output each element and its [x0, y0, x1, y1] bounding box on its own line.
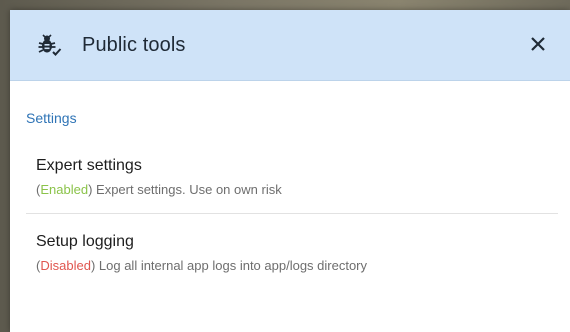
close-button[interactable] — [526, 32, 550, 56]
setting-item-summary: (Enabled) Expert settings. Use on own ri… — [36, 182, 282, 197]
bug-check-icon — [36, 33, 62, 57]
dialog-header: Public tools — [10, 10, 570, 81]
section-title-settings: Settings — [26, 110, 77, 126]
setting-item-description: Log all internal app logs into app/logs … — [95, 258, 368, 273]
setting-item-expert-settings[interactable]: Expert settings (Enabled) Expert setting… — [10, 148, 570, 214]
public-tools-dialog: Public tools Settings Expert settings (E… — [10, 10, 570, 332]
status-disabled-label: Disabled — [40, 258, 91, 273]
close-icon — [531, 37, 545, 51]
setting-item-description: Expert settings. Use on own risk — [92, 182, 282, 197]
setting-item-title: Expert settings — [36, 157, 142, 174]
setting-item-setup-logging[interactable]: Setup logging (Disabled) Log all interna… — [10, 224, 570, 290]
setting-item-title: Setup logging — [36, 233, 134, 250]
divider — [26, 213, 558, 214]
dialog-title: Public tools — [82, 34, 186, 56]
status-enabled-label: Enabled — [40, 182, 89, 197]
setting-item-summary: (Disabled) Log all internal app logs int… — [36, 258, 367, 273]
